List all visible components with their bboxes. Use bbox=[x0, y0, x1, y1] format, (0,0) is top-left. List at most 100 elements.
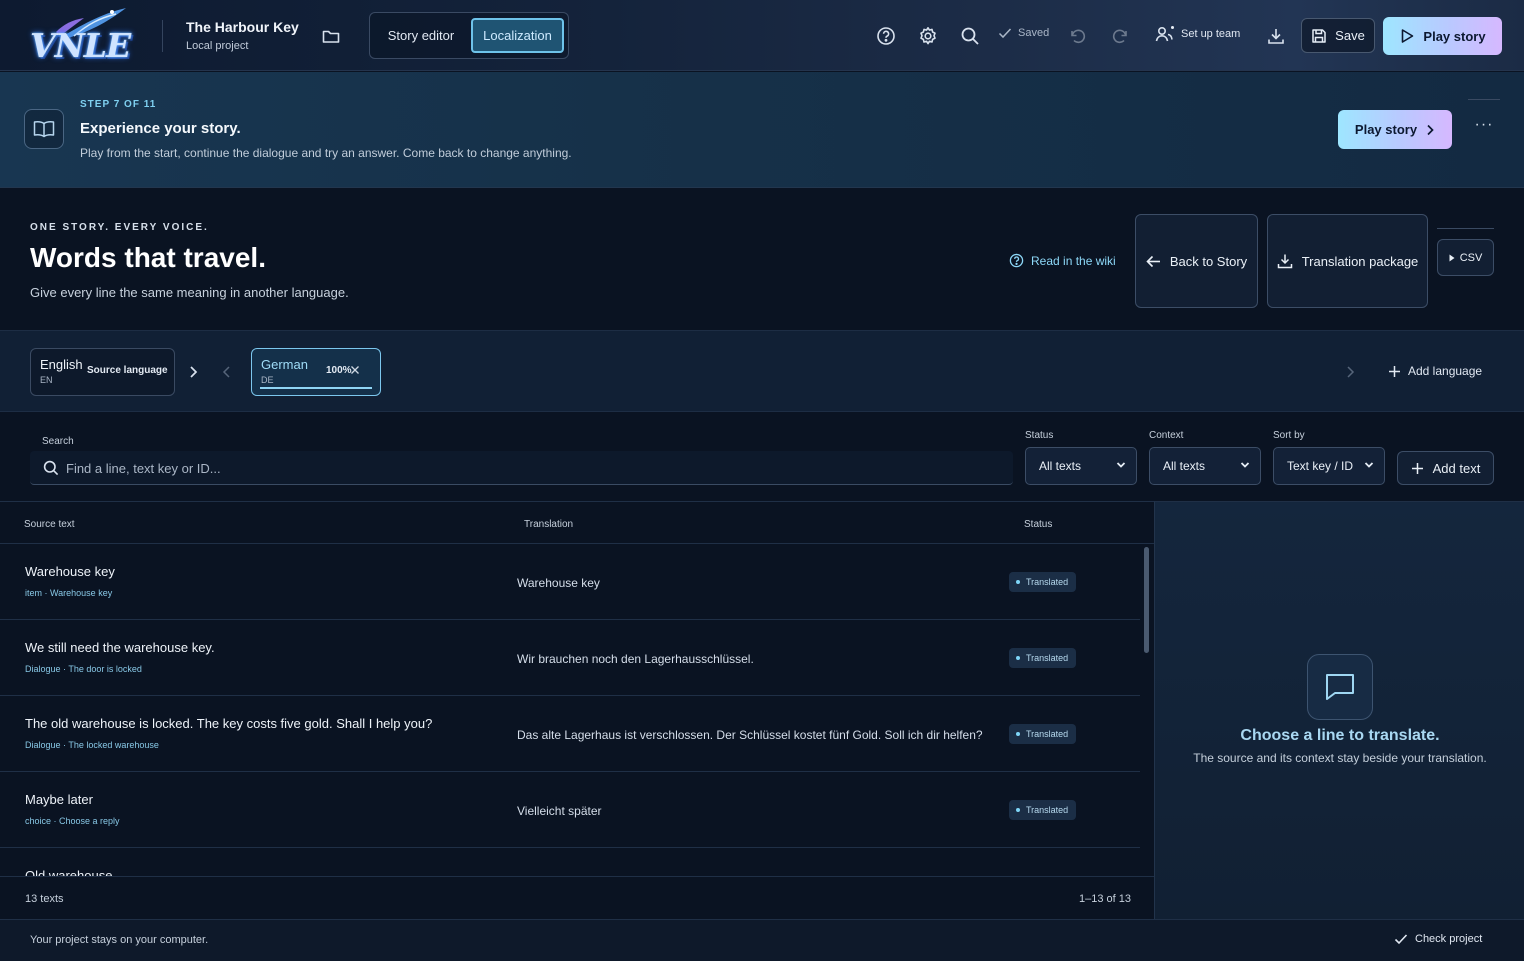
storage-note: Your project stays on your computer. bbox=[30, 934, 209, 946]
table-row[interactable]: Maybe later choice · Choose a reply Viel… bbox=[0, 772, 1140, 848]
translation-detail-panel: Choose a line to translate. The source a… bbox=[1154, 501, 1524, 919]
language-row: English EN Source language German DE 100… bbox=[0, 330, 1524, 412]
context-filter-label: Context bbox=[1149, 430, 1184, 441]
chevron-down-icon bbox=[1240, 462, 1250, 468]
saved-label: Saved bbox=[1018, 27, 1050, 39]
search-icon[interactable] bbox=[958, 24, 982, 48]
empty-state-subtitle: The source and its context stay beside y… bbox=[1193, 751, 1487, 765]
row-context: item · Warehouse key bbox=[25, 588, 113, 598]
divider bbox=[1437, 228, 1494, 229]
help-icon[interactable] bbox=[874, 24, 898, 48]
undo-icon[interactable] bbox=[1066, 24, 1090, 48]
check-icon bbox=[998, 28, 1012, 39]
banner-play-label: Play story bbox=[1354, 122, 1418, 137]
help-icon bbox=[1009, 253, 1024, 268]
status-filter-select[interactable]: All texts bbox=[1025, 447, 1137, 485]
language-name: English bbox=[40, 357, 83, 372]
gear-icon[interactable] bbox=[916, 24, 940, 48]
remove-language-button[interactable] bbox=[350, 365, 360, 375]
page-title: Words that travel. bbox=[30, 242, 266, 273]
context-filter-select[interactable]: All texts bbox=[1149, 447, 1261, 485]
text-list: Warehouse key item · Warehouse key Wareh… bbox=[0, 544, 1140, 876]
banner-play-story-button[interactable]: Play story bbox=[1338, 110, 1452, 149]
package-label: Translation package bbox=[1301, 253, 1419, 269]
language-progress-fill bbox=[260, 387, 372, 389]
team-label: Set up team bbox=[1181, 28, 1241, 40]
play-icon bbox=[1402, 29, 1414, 43]
message-icon bbox=[1307, 654, 1373, 720]
row-source-text: Maybe later bbox=[25, 792, 93, 807]
scroll-left-icon[interactable] bbox=[222, 365, 232, 379]
set-up-team-button[interactable]: Set up team bbox=[1155, 25, 1240, 43]
row-source-text: Warehouse key bbox=[25, 564, 115, 579]
search-field[interactable] bbox=[30, 451, 1013, 485]
hero-eyebrow: ONE STORY. EVERY VOICE. bbox=[30, 222, 209, 233]
status-filter-value: All texts bbox=[1039, 459, 1082, 473]
status-badge: Translated bbox=[1009, 572, 1077, 592]
play-story-label: Play story bbox=[1423, 28, 1486, 44]
row-translation: Vielleicht später bbox=[517, 804, 602, 818]
status-bar: Your project stays on your computer. Che… bbox=[0, 919, 1524, 961]
tab-story-editor[interactable]: Story editor bbox=[376, 18, 466, 53]
csv-export-button[interactable]: CSV bbox=[1437, 239, 1494, 276]
more-options-button[interactable]: ··· bbox=[1468, 117, 1500, 134]
add-language-button[interactable]: Add language bbox=[1388, 364, 1482, 378]
table-header: Source text Translation Status bbox=[0, 501, 1154, 544]
search-icon bbox=[43, 460, 59, 476]
pagination-range: 1–13 of 13 bbox=[1079, 893, 1131, 905]
language-name: German bbox=[261, 357, 308, 372]
csv-label: CSV bbox=[1459, 251, 1483, 264]
check-project-button[interactable]: Check project bbox=[1394, 933, 1482, 945]
plus-icon bbox=[1411, 462, 1423, 474]
folder-icon[interactable] bbox=[319, 24, 343, 48]
language-progress-track bbox=[260, 387, 372, 389]
status-filter-label: Status bbox=[1025, 430, 1054, 441]
table-row[interactable]: Old warehouse bbox=[0, 848, 1140, 876]
save-button[interactable]: Save bbox=[1301, 18, 1375, 53]
list-scrollbar[interactable] bbox=[1144, 547, 1149, 653]
logo-text: VNLE bbox=[30, 26, 131, 65]
table-row[interactable]: Warehouse key item · Warehouse key Wareh… bbox=[0, 544, 1140, 620]
scroll-right-icon[interactable] bbox=[1345, 365, 1355, 379]
tab-localization[interactable]: Localization bbox=[471, 18, 564, 53]
step-banner: STEP 7 OF 11 Experience your story. Play… bbox=[0, 72, 1524, 188]
users-icon bbox=[1155, 26, 1174, 42]
divider bbox=[1468, 99, 1500, 100]
wiki-label: Read in the wiki bbox=[1031, 253, 1116, 268]
save-status: Saved bbox=[998, 27, 1049, 39]
download-icon bbox=[1277, 254, 1292, 269]
chevron-down-icon bbox=[1116, 462, 1126, 468]
back-to-story-button[interactable]: Back to Story bbox=[1135, 214, 1258, 308]
add-text-button[interactable]: Add text bbox=[1397, 451, 1494, 485]
redo-icon[interactable] bbox=[1108, 24, 1132, 48]
table-row[interactable]: The old warehouse is locked. The key cos… bbox=[0, 696, 1140, 772]
language-progress-label: 100% bbox=[326, 365, 352, 376]
sort-select[interactable]: Text key / ID bbox=[1273, 447, 1385, 485]
source-language-tag: Source language bbox=[87, 365, 168, 376]
download-icon[interactable] bbox=[1264, 24, 1288, 48]
chevron-down-icon bbox=[1364, 462, 1374, 468]
row-translation: Warehouse key bbox=[517, 576, 600, 590]
translation-package-button[interactable]: Translation package bbox=[1267, 214, 1428, 308]
row-source-text: We still need the warehouse key. bbox=[25, 640, 215, 655]
top-bar: VNLE The Harbour Key Local project Story… bbox=[0, 0, 1524, 71]
mode-switch: Story editor Localization bbox=[369, 12, 569, 59]
plus-icon bbox=[1389, 365, 1400, 377]
status-badge: Translated bbox=[1009, 648, 1077, 668]
status-badge: Translated bbox=[1009, 724, 1077, 744]
project-subtitle: Local project bbox=[186, 40, 249, 52]
step-title: Experience your story. bbox=[80, 120, 241, 137]
step-label: STEP 7 OF 11 bbox=[80, 99, 157, 110]
table-footer: 13 texts 1–13 of 13 bbox=[0, 876, 1154, 919]
arrow-left-icon bbox=[1146, 255, 1160, 267]
sort-label: Sort by bbox=[1273, 430, 1305, 441]
table-row[interactable]: We still need the warehouse key. Dialogu… bbox=[0, 620, 1140, 696]
language-code: EN bbox=[40, 375, 53, 385]
search-input[interactable] bbox=[66, 459, 966, 477]
play-story-button[interactable]: Play story bbox=[1383, 17, 1502, 55]
target-language-card-german[interactable]: German DE 100% bbox=[251, 348, 381, 396]
row-context: Dialogue · The door is locked bbox=[25, 664, 142, 674]
read-in-wiki-link[interactable]: Read in the wiki bbox=[1009, 253, 1116, 268]
book-icon bbox=[24, 109, 64, 149]
source-language-card[interactable]: English EN Source language bbox=[30, 348, 175, 396]
